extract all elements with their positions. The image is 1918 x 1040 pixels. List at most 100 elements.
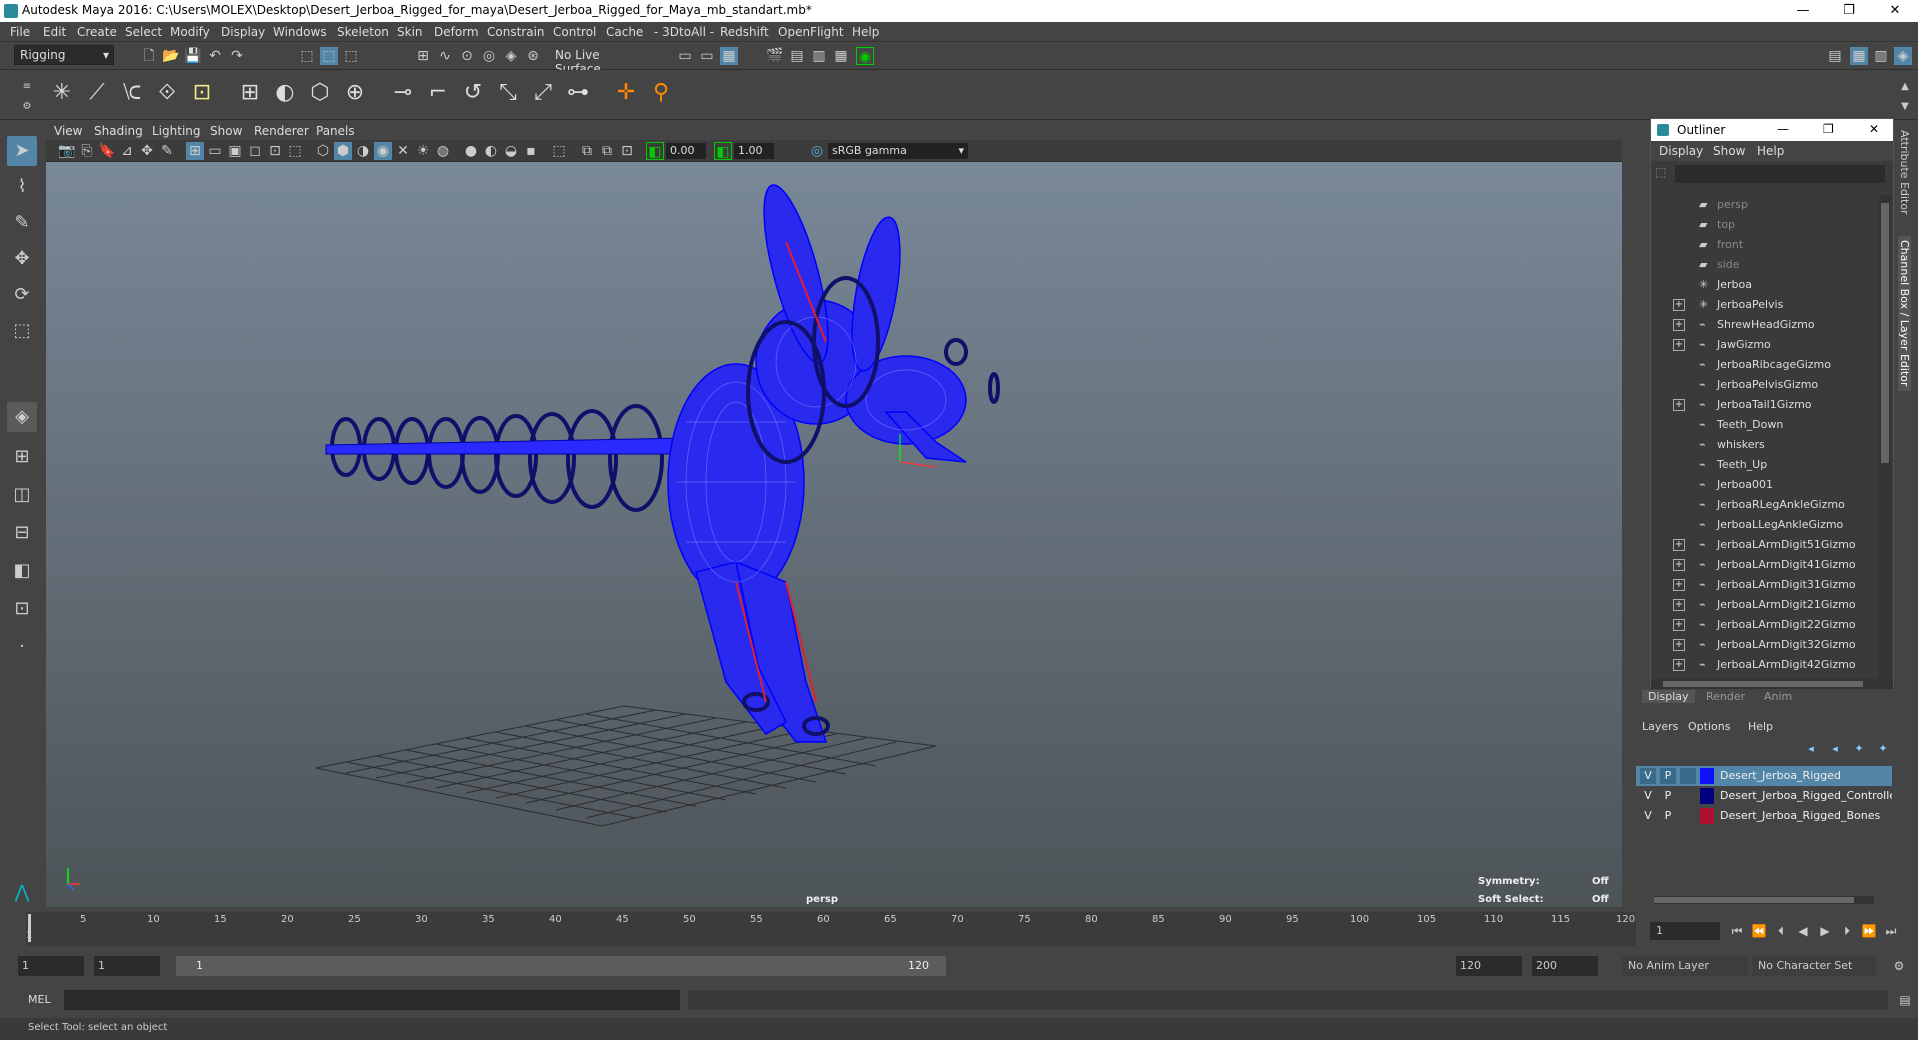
menu-constrain[interactable]: Constrain [487, 25, 545, 39]
layer-color-swatch[interactable] [1700, 788, 1714, 804]
layer-visibility-toggle[interactable]: V [1640, 808, 1656, 824]
move-layer-down-icon[interactable]: ◂ [1826, 740, 1844, 758]
field-chart-icon[interactable]: ⊡ [266, 142, 284, 160]
step-forward-frame-icon[interactable]: ⏵ [1838, 922, 1856, 940]
construction-history-icon[interactable]: ▦ [720, 47, 738, 65]
render-settings-icon[interactable]: ▥ [810, 47, 828, 65]
new-layer-icon[interactable]: ✦ [1850, 740, 1868, 758]
anim-layer-dropdown[interactable]: No Anim Layer [1622, 956, 1748, 976]
expand-icon[interactable]: + [1673, 579, 1685, 591]
minimize-button[interactable]: — [1780, 0, 1826, 22]
bind-skin-icon[interactable]: ⊞ [235, 78, 265, 108]
start-time-field[interactable]: 1 [18, 956, 84, 976]
mirror-joint-icon[interactable]: ⊡ [187, 78, 217, 108]
menu-display[interactable]: Display [221, 25, 265, 39]
outliner-item[interactable]: + ⌁ ShrewHeadGizmo [1651, 315, 1879, 335]
gamma-field[interactable]: 1.00 [734, 143, 774, 159]
paint-select-icon[interactable]: ✎ [7, 208, 37, 238]
range-slider[interactable]: 1 120 [176, 956, 946, 976]
image-plane-icon[interactable]: ⊿ [118, 142, 136, 160]
snap-view-icon[interactable]: ◎ [480, 47, 498, 65]
single-view-icon[interactable]: ◈ [7, 402, 37, 432]
outliner-menu-show[interactable]: Show [1713, 144, 1745, 158]
snap-surface-icon[interactable]: ◈ [502, 47, 520, 65]
outliner-minimize-button[interactable]: — [1777, 122, 1789, 136]
layer-tab-display[interactable]: Display [1642, 690, 1695, 703]
menu-control[interactable]: Control [553, 25, 596, 39]
menu-help[interactable]: Help [852, 25, 879, 39]
outliner-item[interactable]: ✳ Jerboa [1651, 275, 1879, 295]
new-layer-selected-icon[interactable]: ✦ [1874, 740, 1892, 758]
open-scene-icon[interactable]: 📂 [162, 47, 180, 65]
outliner-h-scrollbar[interactable] [1651, 679, 1893, 689]
menu-create[interactable]: Create [77, 25, 117, 39]
anim-prefs-icon[interactable]: ⚙ [1890, 957, 1908, 975]
outliner-item[interactable]: + ⌁ JerboaTail1Gizmo [1651, 395, 1879, 415]
expand-icon[interactable]: + [1673, 399, 1685, 411]
ik-handle-icon[interactable]: ⟋ [82, 78, 112, 108]
tool-settings-toggle-icon[interactable]: ▥ [1872, 47, 1890, 65]
select-hierarchy-icon[interactable]: ⬚ [298, 47, 316, 65]
gate-mask-icon[interactable]: ◻ [246, 142, 264, 160]
step-back-key-icon[interactable]: ⏪ [1750, 922, 1768, 940]
maximize-button[interactable]: ❐ [1826, 0, 1872, 22]
expand-icon[interactable]: + [1673, 559, 1685, 571]
layer-row[interactable]: V P Desert_Jerboa_Rigged_Controllers [1636, 786, 1892, 806]
outliner-item[interactable]: ⌁ Teeth_Down [1651, 415, 1879, 435]
shadows-icon[interactable]: ◍ [434, 142, 452, 160]
exposure-field[interactable]: 0.00 [666, 143, 706, 159]
redo-icon[interactable]: ↷ [228, 47, 246, 65]
camera-attributes-icon[interactable]: ⎘ [78, 142, 96, 160]
live-surface-field[interactable]: No Live Surface [550, 46, 640, 76]
xray-icon[interactable]: ✕ [394, 142, 412, 160]
menu-windows[interactable]: Windows [273, 25, 327, 39]
hypershade-icon[interactable]: ▦ [832, 47, 850, 65]
exposure-icon[interactable]: ◧ [646, 142, 664, 160]
persp-uv-icon[interactable]: ⊡ [7, 594, 37, 624]
outliner-maximize-button[interactable]: ❐ [1823, 122, 1834, 136]
outliner-item[interactable]: ⌁ JerboaRLegAnkleGizmo [1651, 495, 1879, 515]
expand-icon[interactable]: + [1673, 599, 1685, 611]
outliner-item[interactable]: ▰ front [1651, 235, 1879, 255]
outliner-search-input[interactable] [1675, 165, 1885, 183]
select-component-icon[interactable]: ⬚ [342, 47, 360, 65]
grid-toggle-icon[interactable]: ⊞ [186, 142, 204, 160]
gamma-icon[interactable]: ◧ [714, 142, 732, 160]
outliner-scrollbar[interactable] [1879, 195, 1891, 679]
viewport-persp[interactable]: persp Symmetry: Off Soft Select: Off [46, 162, 1622, 907]
layout-more-icon[interactable]: · [7, 632, 37, 662]
layer-playback-toggle[interactable]: P [1660, 768, 1676, 784]
render-current-icon[interactable]: 🎬 [766, 47, 784, 65]
menu-select[interactable]: Select [125, 25, 162, 39]
outliner-filter-icon[interactable]: ⬚ [1655, 165, 1671, 181]
shelf-gear-icon[interactable]: ⚙ [18, 98, 36, 116]
go-to-start-icon[interactable]: ⏮ [1728, 922, 1746, 940]
menu-skeleton[interactable]: Skeleton [337, 25, 389, 39]
command-input[interactable] [64, 990, 680, 1010]
step-back-frame-icon[interactable]: ⏴ [1772, 922, 1790, 940]
outliner-item[interactable]: ⌁ JerboaRibcageGizmo [1651, 355, 1879, 375]
wireframe-icon[interactable]: ⬡ [314, 142, 332, 160]
menu-cache[interactable]: Cache [606, 25, 643, 39]
layer-h-scrollbar[interactable] [1654, 896, 1874, 904]
shelf-scroll-down-icon[interactable]: ▼ [1896, 98, 1914, 116]
expand-icon[interactable]: + [1673, 539, 1685, 551]
paint-weights-icon[interactable]: ◐ [270, 78, 300, 108]
xray-joints-icon[interactable]: ⧉ [578, 142, 596, 160]
shelf-menu-icon[interactable]: ≡ [18, 78, 36, 96]
playback-end-field[interactable]: 120 [1456, 956, 1522, 976]
expand-icon[interactable]: + [1673, 299, 1685, 311]
depth-of-field-icon[interactable]: ▪ [522, 142, 540, 160]
vp-menu-show[interactable]: Show [210, 124, 242, 138]
outliner-menu-help[interactable]: Help [1757, 144, 1784, 158]
menu-openflight[interactable]: OpenFlight [778, 25, 844, 39]
film-gate-icon[interactable]: ▭ [206, 142, 224, 160]
menu-deform[interactable]: Deform [434, 25, 479, 39]
isolate-select-icon[interactable]: ⬚ [550, 142, 568, 160]
xray-active-icon[interactable]: ⧉ [598, 142, 616, 160]
expand-icon[interactable]: + [1673, 319, 1685, 331]
layer-visibility-toggle[interactable]: V [1640, 768, 1656, 784]
play-forwards-icon[interactable]: ▶ [1816, 922, 1834, 940]
scale-constraint-icon[interactable]: ⤡ [493, 78, 523, 108]
play-backwards-icon[interactable]: ◀ [1794, 922, 1812, 940]
